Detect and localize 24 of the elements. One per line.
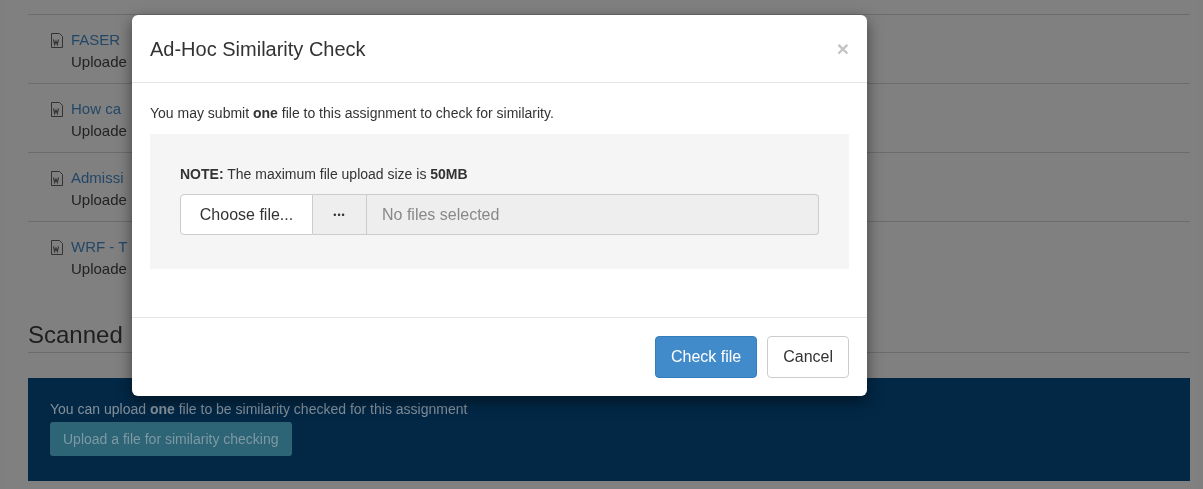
upload-status: Uploade xyxy=(71,259,128,279)
size-note: NOTE: The maximum file upload size is 50MB xyxy=(180,165,469,184)
choose-file-button[interactable]: Choose file... xyxy=(180,194,313,235)
upload-status: Uploade xyxy=(71,121,127,141)
word-document-icon xyxy=(50,102,64,117)
more-button[interactable]: ••• xyxy=(313,194,367,235)
dialog-title: Ad-Hoc Similarity Check xyxy=(150,36,366,62)
intro-text: You may submit one file to this assignment to check for similarity. xyxy=(150,104,555,122)
file-link[interactable]: WRF - T xyxy=(71,236,128,258)
upload-status: Uploade xyxy=(71,52,127,72)
file-link[interactable]: How ca xyxy=(71,98,127,120)
cancel-button[interactable]: Cancel xyxy=(767,336,849,378)
file-name-field[interactable]: No files selected xyxy=(367,194,819,235)
check-file-button[interactable]: Check file xyxy=(654,336,758,378)
word-document-icon xyxy=(50,240,64,255)
word-document-icon xyxy=(50,33,64,48)
close-button[interactable]: × xyxy=(836,38,849,59)
file-link[interactable]: FASER xyxy=(71,29,127,51)
banner-text: You can upload one file to be similarity checked for this assignment xyxy=(50,400,469,418)
word-document-icon xyxy=(50,171,64,186)
upload-button[interactable]: Upload a file for similarity checking xyxy=(50,422,292,456)
file-link[interactable]: Admissi xyxy=(71,167,127,189)
section-heading: Scanned xyxy=(28,320,123,350)
upload-status: Uploade xyxy=(71,190,127,210)
